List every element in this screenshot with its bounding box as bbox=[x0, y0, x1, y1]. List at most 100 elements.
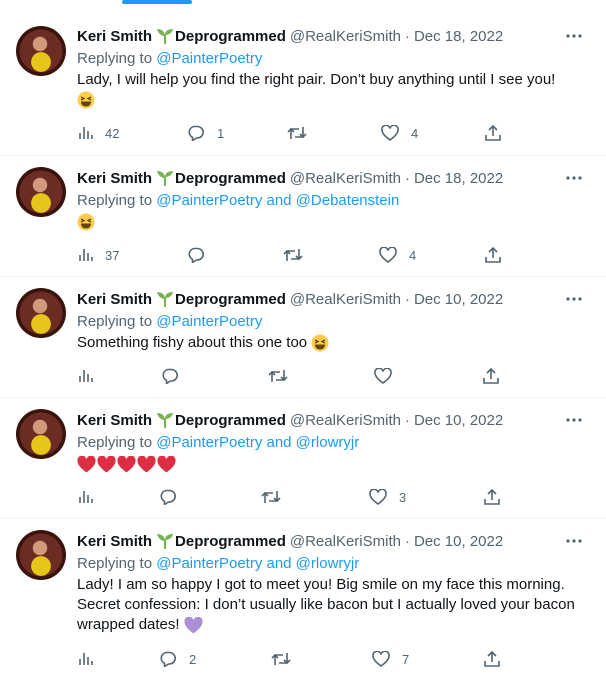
replying-to-label: Replying to bbox=[77, 50, 153, 67]
tweet[interactable]: Keri Smith Deprogrammed @RealKeriSmith ·… bbox=[0, 277, 606, 398]
avatar[interactable] bbox=[16, 409, 66, 459]
separator-dot: · bbox=[404, 411, 410, 429]
display-name[interactable]: Keri Smith bbox=[77, 533, 152, 550]
like-count: 3 bbox=[399, 489, 407, 505]
heart-icon bbox=[374, 368, 392, 384]
tweet-text bbox=[77, 454, 586, 474]
retweet-icon bbox=[287, 127, 307, 139]
user-handle[interactable]: @RealKeriSmith bbox=[290, 291, 401, 308]
tweet-header: Keri Smith Deprogrammed @RealKeriSmith ·… bbox=[77, 24, 586, 48]
mention-link[interactable]: @PainterPoetry and @rlowryjr bbox=[156, 555, 359, 572]
display-name[interactable]: Keri Smith bbox=[77, 412, 152, 429]
retweet-button[interactable] bbox=[287, 126, 319, 140]
sprout-icon bbox=[157, 29, 174, 44]
share-button[interactable] bbox=[485, 247, 501, 263]
views-count: 42 bbox=[105, 125, 120, 141]
reply-button[interactable] bbox=[159, 489, 189, 505]
avatar[interactable] bbox=[16, 530, 66, 580]
like-count: 7 bbox=[402, 651, 410, 667]
like-button[interactable] bbox=[374, 368, 404, 384]
tweet-header: Keri Smith Deprogrammed @RealKeriSmith ·… bbox=[77, 287, 586, 311]
tweet-header: Keri Smith Deprogrammed @RealKeriSmith ·… bbox=[77, 408, 586, 432]
heart-icon bbox=[379, 247, 397, 263]
views-button[interactable]: 37 bbox=[79, 248, 119, 263]
views-count: 37 bbox=[105, 247, 120, 263]
share-icon bbox=[484, 489, 500, 505]
red-heart-icon bbox=[157, 455, 176, 472]
replying-to: Replying to @PainterPoetry bbox=[77, 311, 586, 333]
tweet-actions: 3 bbox=[77, 487, 506, 507]
reply-button[interactable] bbox=[161, 368, 191, 384]
sprout-icon bbox=[157, 292, 174, 307]
like-button[interactable]: 4 bbox=[379, 247, 416, 263]
user-handle[interactable]: @RealKeriSmith bbox=[290, 170, 401, 187]
red-heart-icon bbox=[137, 455, 156, 472]
more-options-icon[interactable] bbox=[562, 408, 586, 432]
heart-icon bbox=[372, 651, 390, 667]
more-options-icon[interactable] bbox=[562, 24, 586, 48]
mention-link[interactable]: @PainterPoetry bbox=[156, 50, 262, 67]
more-options-icon[interactable] bbox=[562, 529, 586, 553]
share-button[interactable] bbox=[484, 651, 500, 667]
views-button[interactable]: 42 bbox=[79, 126, 119, 141]
more-options-icon[interactable] bbox=[562, 287, 586, 311]
display-name[interactable]: Keri Smith bbox=[77, 170, 152, 187]
replying-to-label: Replying to bbox=[77, 555, 153, 572]
retweet-button[interactable] bbox=[283, 248, 315, 262]
avatar[interactable] bbox=[16, 167, 66, 217]
tweet[interactable]: Keri Smith Deprogrammed @RealKeriSmith ·… bbox=[0, 156, 606, 277]
reply-button[interactable]: 2 bbox=[159, 651, 196, 667]
tweet-text: Something fishy about this one too bbox=[77, 333, 586, 353]
mention-link[interactable]: @PainterPoetry bbox=[156, 313, 262, 330]
views-button[interactable] bbox=[79, 652, 105, 666]
replying-to: Replying to @PainterPoetry bbox=[77, 48, 586, 70]
share-button[interactable] bbox=[484, 489, 500, 505]
retweet-button[interactable] bbox=[261, 490, 293, 504]
tweet[interactable]: Keri Smith Deprogrammed @RealKeriSmith ·… bbox=[0, 519, 606, 683]
tweet-header: Keri Smith Deprogrammed @RealKeriSmith ·… bbox=[77, 166, 586, 190]
laughing-emoji-icon bbox=[77, 91, 95, 109]
tweet[interactable]: Keri Smith Deprogrammed @RealKeriSmith ·… bbox=[0, 0, 606, 156]
reply-icon bbox=[188, 125, 204, 141]
user-handle[interactable]: @RealKeriSmith bbox=[290, 28, 401, 45]
user-handle[interactable]: @RealKeriSmith bbox=[290, 533, 401, 550]
tweet-text: Lady, I will help you find the right pai… bbox=[77, 70, 586, 110]
retweet-icon bbox=[283, 249, 303, 261]
views-button[interactable] bbox=[79, 369, 105, 383]
views-icon bbox=[79, 653, 93, 665]
like-button[interactable]: 7 bbox=[372, 651, 409, 667]
retweet-button[interactable] bbox=[268, 369, 300, 383]
reply-button[interactable] bbox=[187, 247, 217, 263]
avatar[interactable] bbox=[16, 26, 66, 76]
more-options-icon[interactable] bbox=[562, 166, 586, 190]
tweet-date[interactable]: Dec 10, 2022 bbox=[414, 533, 503, 550]
reply-icon bbox=[160, 489, 176, 505]
retweet-button[interactable] bbox=[271, 652, 303, 666]
mention-link[interactable]: @PainterPoetry and @rlowryjr bbox=[156, 434, 359, 451]
tweet-date[interactable]: Dec 18, 2022 bbox=[414, 28, 503, 45]
share-button[interactable] bbox=[483, 368, 499, 384]
views-button[interactable] bbox=[79, 490, 105, 504]
share-button[interactable] bbox=[485, 125, 501, 141]
tweet-date[interactable]: Dec 10, 2022 bbox=[414, 412, 503, 429]
purple-heart-icon bbox=[184, 616, 203, 633]
mention-link[interactable]: @PainterPoetry and @Debatenstein bbox=[156, 192, 399, 209]
red-heart-icon bbox=[77, 455, 96, 472]
user-handle[interactable]: @RealKeriSmith bbox=[290, 412, 401, 429]
avatar[interactable] bbox=[16, 288, 66, 338]
tweet-date[interactable]: Dec 10, 2022 bbox=[414, 291, 503, 308]
heart-icon bbox=[369, 489, 387, 505]
tweet-date[interactable]: Dec 18, 2022 bbox=[414, 170, 503, 187]
views-icon bbox=[79, 127, 93, 139]
tweet-text-content: Lady! I am so happy I got to meet you! B… bbox=[77, 576, 575, 633]
replying-to: Replying to @PainterPoetry and @rlowryjr bbox=[77, 432, 586, 454]
like-button[interactable]: 4 bbox=[381, 125, 418, 141]
display-name[interactable]: Keri Smith bbox=[77, 28, 152, 45]
tweet-text bbox=[77, 212, 586, 232]
views-icon bbox=[79, 491, 93, 503]
display-name[interactable]: Keri Smith bbox=[77, 291, 152, 308]
reply-button[interactable]: 1 bbox=[187, 125, 224, 141]
like-button[interactable]: 3 bbox=[369, 489, 406, 505]
tweet-text-content: Lady, I will help you find the right pai… bbox=[77, 71, 556, 88]
tweet[interactable]: Keri Smith Deprogrammed @RealKeriSmith ·… bbox=[0, 398, 606, 519]
